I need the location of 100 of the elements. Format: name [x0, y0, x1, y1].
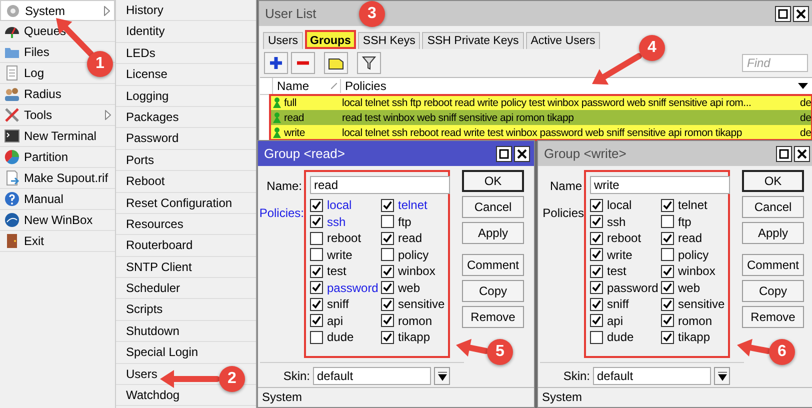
checkbox[interactable] [590, 248, 603, 262]
policy-checkbox[interactable]: sniff [310, 296, 381, 312]
checkbox[interactable] [381, 215, 394, 228]
policy-checkbox[interactable]: telnet [381, 197, 447, 214]
checkbox[interactable] [381, 281, 394, 294]
checkbox[interactable] [590, 232, 603, 245]
submenu-item[interactable]: Password [116, 128, 256, 150]
skin-field[interactable]: default [313, 367, 431, 385]
policy-checkbox[interactable]: password [310, 280, 381, 296]
submenu-item[interactable]: Reset Configuration [116, 192, 256, 214]
checkbox[interactable] [590, 215, 603, 228]
checkbox[interactable] [381, 264, 394, 278]
name-field[interactable]: write [590, 176, 730, 194]
checkbox[interactable] [310, 198, 323, 212]
dialog-button[interactable]: Apply [462, 222, 524, 244]
menu-item[interactable]: Partition [0, 147, 115, 168]
submenu-item[interactable]: History [116, 0, 256, 22]
policy-checkbox[interactable]: ftp [381, 214, 447, 230]
policy-checkbox[interactable]: test [310, 263, 381, 280]
checkbox[interactable] [381, 298, 394, 311]
policy-checkbox[interactable]: dude [310, 329, 381, 346]
checkbox[interactable] [310, 281, 323, 294]
checkbox[interactable] [310, 330, 323, 344]
dropdown-arrow-icon[interactable] [798, 83, 808, 89]
tab[interactable]: Active Users [526, 32, 600, 49]
submenu-item[interactable]: Identity [116, 21, 256, 43]
checkbox[interactable] [310, 232, 323, 245]
policy-checkbox[interactable]: romon [381, 312, 447, 329]
policy-checkbox[interactable]: read [661, 230, 727, 246]
checkbox[interactable] [661, 314, 674, 328]
tab[interactable]: Groups [305, 30, 356, 49]
policy-checkbox[interactable]: api [590, 312, 661, 329]
dialog-button[interactable]: Cancel [462, 196, 524, 218]
menu-item[interactable]: Tools [0, 105, 115, 126]
checkbox[interactable] [310, 298, 323, 311]
checkbox[interactable] [590, 330, 603, 344]
submenu-item[interactable]: SNTP Client [116, 256, 256, 278]
dropdown-button[interactable] [714, 367, 730, 385]
checkbox[interactable] [590, 281, 603, 294]
submenu-item[interactable]: License [116, 64, 256, 86]
tab[interactable]: SSH Keys [358, 32, 420, 49]
submenu-item[interactable]: Scripts [116, 299, 256, 321]
menu-item[interactable]: Manual [0, 189, 115, 210]
policy-checkbox[interactable]: winbox [661, 263, 727, 280]
policy-checkbox[interactable]: local [310, 197, 381, 214]
policy-checkbox[interactable]: ssh [590, 214, 661, 230]
skin-field[interactable]: default [593, 367, 711, 385]
checkbox[interactable] [310, 248, 323, 262]
checkbox[interactable] [310, 314, 323, 328]
checkbox[interactable] [381, 330, 394, 344]
policy-checkbox[interactable]: write [590, 246, 661, 263]
menu-item[interactable]: System [0, 0, 115, 21]
policy-checkbox[interactable]: ssh [310, 214, 381, 230]
checkbox[interactable] [381, 248, 394, 262]
policy-checkbox[interactable]: local [590, 197, 661, 214]
dialog-button[interactable]: Copy [742, 280, 804, 302]
dialog-button[interactable]: Remove [462, 306, 524, 328]
policy-checkbox[interactable]: api [310, 312, 381, 329]
submenu-item[interactable]: Routerboard [116, 235, 256, 257]
policy-checkbox[interactable]: web [381, 280, 447, 296]
dialog-button[interactable]: Comment [462, 254, 524, 276]
checkbox[interactable] [661, 215, 674, 228]
dialog-button[interactable]: Copy [462, 280, 524, 302]
submenu-item[interactable]: Reboot [116, 171, 256, 193]
column-header[interactable]: Name [273, 79, 331, 93]
checkbox[interactable] [381, 198, 394, 212]
menu-item[interactable]: New Terminal [0, 126, 115, 147]
submenu-item[interactable]: Scheduler [116, 278, 256, 300]
policy-checkbox[interactable]: sensitive [381, 296, 447, 312]
checkbox[interactable] [661, 281, 674, 294]
close-icon[interactable] [514, 146, 530, 162]
policy-checkbox[interactable]: ftp [661, 214, 727, 230]
dialog-button[interactable]: OK [742, 170, 804, 192]
checkbox[interactable] [590, 264, 603, 278]
checkbox[interactable] [661, 198, 674, 212]
policy-checkbox[interactable]: password [590, 280, 661, 296]
submenu-item[interactable]: LEDs [116, 42, 256, 64]
policy-checkbox[interactable]: tikapp [381, 329, 447, 346]
policy-checkbox[interactable]: romon [661, 312, 727, 329]
submenu-item[interactable]: Ports [116, 150, 256, 172]
checkbox[interactable] [661, 232, 674, 245]
checkbox[interactable] [590, 314, 603, 328]
tab[interactable]: SSH Private Keys [422, 32, 524, 49]
dialog-button[interactable]: Cancel [742, 196, 804, 218]
dialog-button[interactable]: Comment [742, 254, 804, 276]
policy-checkbox[interactable]: winbox [381, 263, 447, 280]
dialog-button[interactable]: OK [462, 170, 524, 192]
remove-button[interactable] [291, 52, 315, 74]
checkbox[interactable] [310, 264, 323, 278]
checkbox[interactable] [661, 298, 674, 311]
table-row[interactable]: full local telnet ssh ftp reboot read write policy test winbox password web sniff sensitive api rom... de [270, 95, 812, 110]
checkbox[interactable] [661, 264, 674, 278]
table-row[interactable]: write local telnet ssh reboot read write test winbox password web sniff sensitive api romon tikapp de [270, 125, 812, 140]
submenu-item[interactable]: Packages [116, 106, 256, 128]
checkbox[interactable] [661, 248, 674, 262]
find-field[interactable]: Find [742, 54, 808, 72]
policy-checkbox[interactable]: sensitive [661, 296, 727, 312]
submenu-item[interactable]: Shutdown [116, 320, 256, 342]
submenu-item[interactable]: Resources [116, 214, 256, 236]
policy-checkbox[interactable]: dude [590, 329, 661, 346]
